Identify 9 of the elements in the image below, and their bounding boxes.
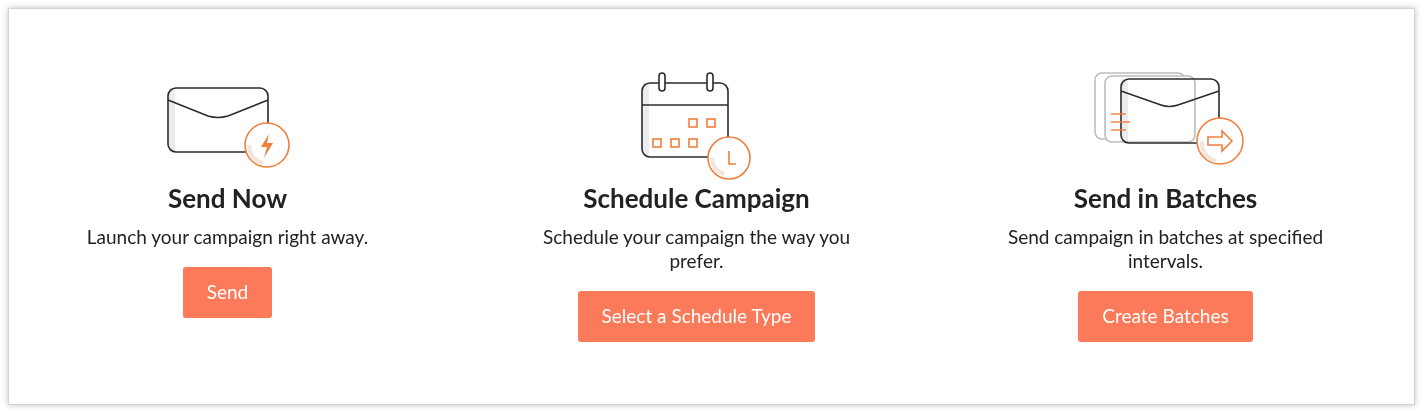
action-button[interactable]: Select a Schedule Type — [577, 291, 816, 342]
option-title: Schedule Campaign — [583, 181, 810, 215]
option-title: Send in Batches — [1073, 181, 1258, 215]
option-title: Send Now — [167, 181, 288, 215]
option-description: Launch your campaign right away. — [86, 225, 369, 249]
action-button[interactable]: Create Batches — [1078, 291, 1253, 342]
action-button[interactable]: Send — [182, 267, 273, 318]
option-description: Send campaign in batches at specified intervals. — [1006, 225, 1325, 273]
option-description: Schedule your campaign the way you prefer. — [541, 225, 852, 273]
